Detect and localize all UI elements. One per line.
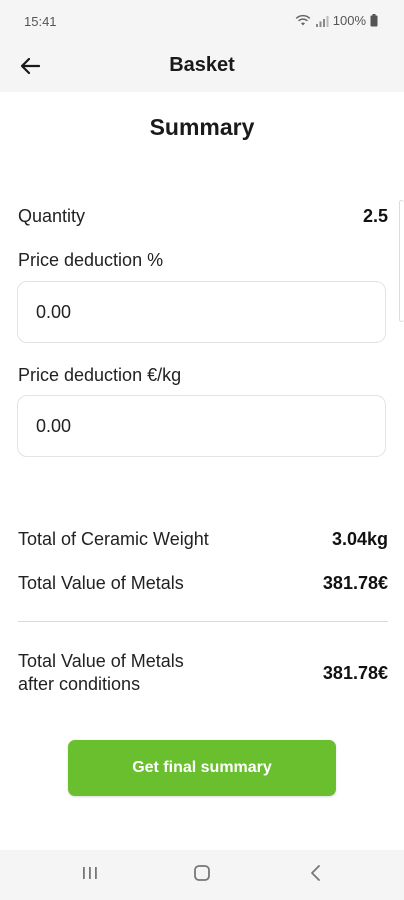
after-conditions-label-line2: after conditions: [18, 674, 141, 694]
price-deduction-percent-field[interactable]: [17, 281, 386, 343]
ceramic-weight-label: Total of Ceramic Weight: [18, 529, 209, 549]
app-title: Basket: [169, 54, 235, 76]
app-bar: Basket: [0, 44, 404, 92]
quantity-label: Quantity: [18, 206, 86, 226]
get-final-summary-button[interactable]: Get final summary: [68, 740, 336, 796]
signal-icon: [315, 15, 329, 27]
scroll-indicator: [399, 200, 404, 322]
recent-apps-button[interactable]: [76, 863, 104, 887]
home-icon: [193, 864, 211, 887]
get-final-summary-label: Get final summary: [132, 759, 272, 776]
price-deduction-kg-field[interactable]: [17, 395, 386, 457]
metals-value-label: Total Value of Metals: [18, 573, 184, 593]
price-deduction-percent-input[interactable]: [34, 300, 369, 324]
price-deduction-percent-label: Price deduction %: [18, 250, 164, 270]
divider: [18, 621, 388, 622]
metals-value-value: 381.78€: [322, 573, 388, 593]
quantity-value: 2.5: [362, 206, 388, 226]
status-icons: 100%: [295, 13, 378, 28]
ceramic-weight-value: 3.04kg: [331, 529, 388, 549]
price-deduction-kg-input[interactable]: [34, 414, 369, 438]
system-back-button[interactable]: [302, 863, 330, 887]
status-bar: 15:41 100%: [0, 0, 404, 44]
after-conditions-label: Total Value of Metals after conditions: [18, 650, 184, 696]
summary-title: Summary: [149, 114, 255, 140]
battery-icon: [370, 14, 378, 27]
battery-percent: 100%: [332, 13, 366, 28]
chevron-left-icon: [309, 864, 323, 887]
system-nav-bar: [0, 850, 404, 900]
recent-apps-icon: [81, 865, 99, 886]
wifi-icon: [295, 14, 311, 27]
home-button[interactable]: [188, 863, 216, 887]
after-conditions-value: 381.78€: [322, 663, 388, 683]
after-conditions-label-line1: Total Value of Metals: [18, 651, 184, 671]
status-time: 15:41: [24, 14, 57, 29]
summary-content: Summary Quantity 2.5 Price deduction % P…: [0, 92, 404, 850]
price-deduction-kg-label: Price deduction €/kg: [18, 365, 182, 385]
